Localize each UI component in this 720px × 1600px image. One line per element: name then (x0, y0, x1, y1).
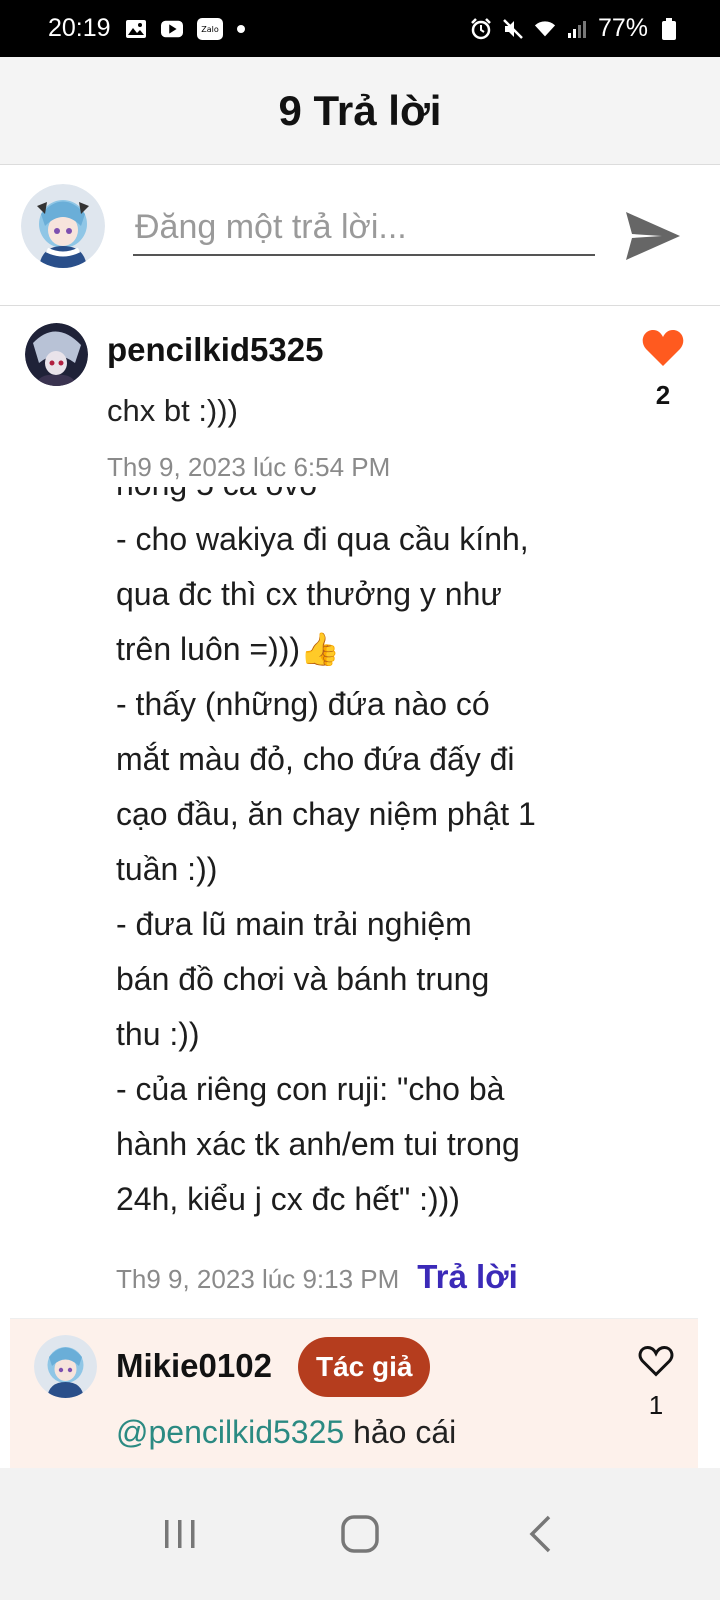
mention-link[interactable]: @pencilkid5325 (116, 1414, 344, 1450)
battery-icon (658, 17, 680, 40)
reply-button[interactable]: Trả lời (417, 1258, 518, 1296)
comment-like-count: 2 (655, 380, 671, 410)
reply-line: hồng 5 cá ovo (116, 487, 616, 512)
author-badge: Tác giả (298, 1337, 431, 1397)
comment-like: 2 (642, 329, 684, 411)
mute-icon (502, 18, 524, 40)
comment-timestamp: Th9 9, 2023 lúc 6:54 PM (107, 452, 391, 482)
battery-percent: 77% (597, 14, 648, 42)
back-icon[interactable] (515, 1509, 565, 1559)
dot-icon (236, 24, 245, 33)
recent-apps-icon[interactable] (155, 1509, 205, 1559)
author-reply-text: @pencilkid5325 hảo cái (116, 1414, 456, 1451)
home-icon[interactable] (335, 1509, 385, 1559)
commenter-avatar[interactable] (25, 323, 88, 386)
reply-line: thu :)) (116, 1016, 200, 1052)
status-bar: 20:19 Zalo 77% (0, 0, 720, 57)
alarm-icon (470, 17, 492, 40)
author-username[interactable]: Mikie0102 (116, 1347, 272, 1385)
reply-line: trên luôn =)))👍 (116, 631, 340, 667)
reply-line: hành xác tk anh/em tui trong (116, 1126, 520, 1162)
reply-line: mắt màu đỏ, cho đứa đấy đi (116, 741, 515, 777)
reply-composer (0, 166, 720, 306)
current-user-avatar (21, 184, 105, 268)
comment-text: chx bt :))) (107, 393, 238, 428)
reply-input[interactable] (133, 206, 595, 256)
reply-line: 24h, kiểu j cx đc hết" :))) (116, 1181, 460, 1217)
reply-line: - cho wakiya đi qua cầu kính, (116, 521, 529, 557)
reply-timestamp: Th9 9, 2023 lúc 9:13 PM (116, 1264, 400, 1294)
author-avatar[interactable] (34, 1335, 97, 1398)
send-icon[interactable] (622, 206, 682, 266)
comment-username[interactable]: pencilkid5325 (107, 331, 323, 369)
gallery-icon (125, 18, 147, 40)
page-header: 9 Trả lời (0, 57, 720, 165)
zalo-label: Zalo (201, 25, 219, 34)
reply-line: - của riêng con ruji: "cho bà (116, 1071, 505, 1107)
system-nav-bar (0, 1468, 720, 1600)
reply-body: hồng 5 cá ovo - cho wakiya đi qua cầu kín… (116, 487, 616, 1237)
reply-meta: Th9 9, 2023 lúc 9:13 PM Trả lời (116, 1258, 518, 1296)
zalo-icon: Zalo (196, 17, 223, 40)
wifi-icon (534, 18, 556, 40)
author-reply-body: hảo cái (344, 1414, 457, 1450)
author-reply-like-count: 1 (648, 1390, 664, 1420)
reply-line: - thấy (những) đứa nào có (116, 686, 490, 722)
reply-line: bán đồ chơi và bánh trung (116, 961, 490, 997)
signal-icon (566, 18, 588, 40)
reply-line: qua đc thì cx thưởng y như (116, 576, 502, 612)
heart-outline-icon[interactable] (638, 1345, 674, 1382)
heart-filled-icon[interactable] (642, 329, 684, 372)
author-reply-item: Mikie0102 Tác giả @pencilkid5325 hảo cái… (10, 1318, 698, 1468)
reply-line: cạo đầu, ăn chay niệm phật 1 (116, 796, 536, 832)
comment-item: pencilkid5325 chx bt :))) Th9 9, 2023 lú… (0, 307, 720, 487)
reply-line: tuần :)) (116, 851, 218, 887)
page-title: 9 Trả lời (278, 86, 442, 134)
author-reply-like: 1 (638, 1345, 674, 1421)
status-time: 20:19 (48, 14, 111, 42)
reply-line: - đưa lũ main trải nghiệm (116, 906, 472, 942)
youtube-icon (160, 18, 183, 40)
